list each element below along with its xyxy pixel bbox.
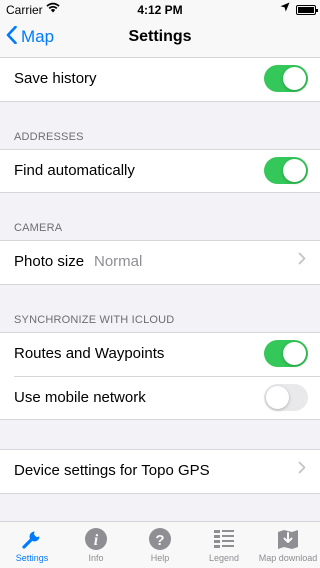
camera-section-header: CAMERA (14, 222, 63, 234)
toggle-knob (283, 67, 306, 90)
legend-list-icon (192, 527, 256, 551)
device-settings-label: Device settings for Topo GPS (14, 462, 210, 479)
tab-help-label: Help (150, 553, 170, 563)
tab-help[interactable]: ? Help (128, 522, 192, 568)
icloud-group: Routes and Waypoints Use mobile network (0, 332, 320, 420)
addresses-section-header: ADDRESSES (14, 131, 84, 143)
find-automatically-toggle[interactable] (264, 157, 308, 184)
map-download-icon (256, 527, 320, 551)
tab-settings[interactable]: Settings (0, 522, 64, 568)
wrench-icon (0, 527, 64, 551)
save-history-row: Save history (0, 58, 320, 102)
toggle-knob (283, 159, 306, 182)
save-history-toggle[interactable] (264, 65, 308, 92)
page-title: Settings (128, 28, 192, 45)
clock: 4:12 PM (137, 3, 183, 17)
location-arrow-icon (280, 2, 290, 15)
routes-waypoints-toggle[interactable] (264, 340, 308, 367)
info-icon: i (64, 527, 128, 551)
navigation-bar: Map Settings (0, 20, 320, 58)
chevron-right-icon (298, 461, 306, 479)
toggle-knob (283, 342, 306, 365)
tab-map-download-label: Map download (258, 553, 318, 563)
tab-settings-label: Settings (15, 553, 49, 563)
device-settings-row[interactable]: Device settings for Topo GPS (0, 449, 320, 494)
photo-size-row[interactable]: Photo size Normal (0, 240, 320, 285)
mobile-network-toggle[interactable] (264, 384, 308, 411)
tab-legend-label: Legend (208, 553, 240, 563)
routes-waypoints-label: Routes and Waypoints (14, 345, 165, 362)
mobile-network-label: Use mobile network (14, 389, 146, 406)
photo-size-label: Photo size (14, 253, 85, 270)
tab-info-label: Info (88, 553, 104, 563)
tab-info[interactable]: i Info (64, 522, 128, 568)
status-bar: Carrier 4:12 PM (0, 0, 320, 20)
tab-bar: Settings i Info ? Help Legend Map downlo… (0, 521, 320, 568)
routes-waypoints-row: Routes and Waypoints (0, 333, 320, 377)
photo-size-value: Normal (94, 253, 143, 270)
find-automatically-row: Find automatically (0, 149, 320, 193)
find-automatically-label: Find automatically (14, 162, 135, 179)
svg-text:i: i (94, 532, 99, 549)
mobile-network-row: Use mobile network (0, 377, 320, 420)
save-history-label: Save history (14, 70, 97, 87)
icloud-section-header: SYNCHRONIZE WITH ICLOUD (14, 314, 175, 326)
toggle-knob (266, 386, 289, 409)
battery-icon (296, 5, 318, 15)
tab-map-download[interactable]: Map download (256, 522, 320, 568)
svg-text:?: ? (155, 532, 164, 549)
tab-legend[interactable]: Legend (192, 522, 256, 568)
help-icon: ? (128, 527, 192, 551)
chevron-right-icon (298, 252, 306, 270)
